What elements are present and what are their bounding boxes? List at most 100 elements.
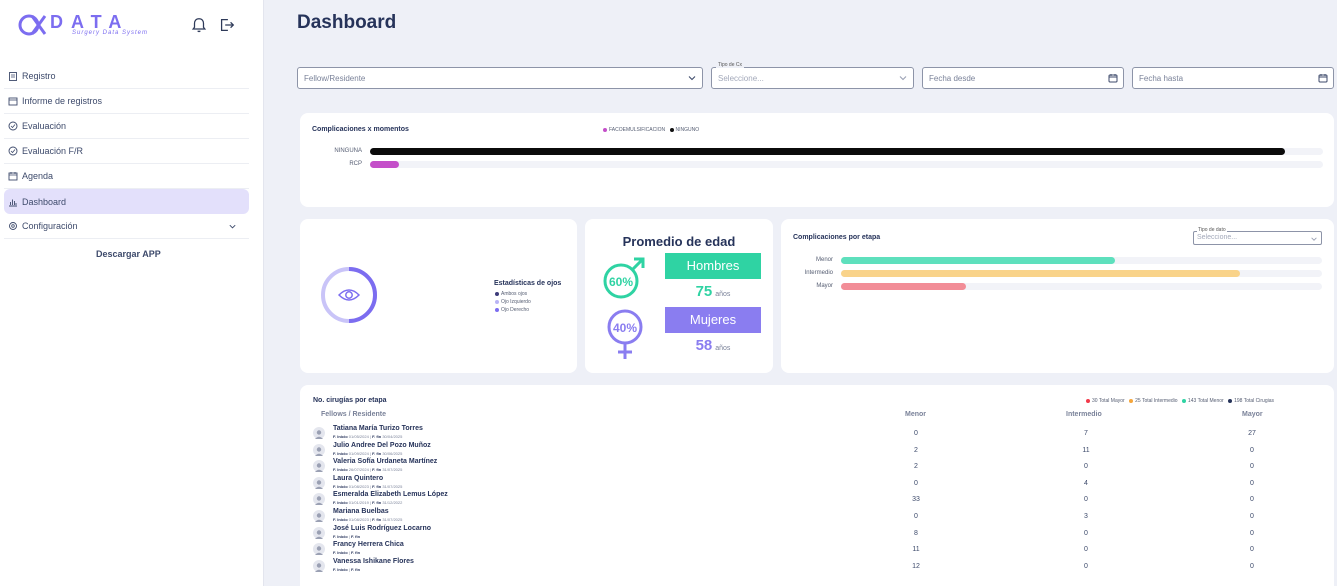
app-logo[interactable]: DATA Surgery Data System [18, 12, 148, 38]
sidebar-item-label: Dashboard [22, 196, 67, 207]
fecha-inicio: 01/08/2023 [348, 483, 369, 489]
mujeres-age-value: 58 [695, 337, 713, 354]
table-row[interactable]: Laura Quintero F. Inicio 01/08/2023 | F. … [313, 475, 1323, 491]
eye-icon [338, 289, 360, 301]
fellow-dates: F. Inicio 26/07/2024 | F. fin 31/07/2025 [333, 467, 403, 473]
mujeres-age: 58 años [665, 337, 761, 354]
table-row[interactable]: Tatiana María Turizo Torres F. Inicio 01/… [313, 425, 1323, 441]
cell-menor: 8 [914, 529, 918, 537]
table-row[interactable]: Esmeralda Elizabeth Lemus López F. Inicio… [313, 491, 1323, 507]
sidebar-item-agenda[interactable]: Agenda [4, 164, 249, 189]
fellow-name: Esmeralda Elizabeth Lemus López [333, 491, 448, 499]
cell-intermedio: 0 [1084, 546, 1088, 554]
bar-label-rcp: RCP [349, 161, 362, 167]
chart-legend: Ambos ojos Ojo Izquierdo Ojo Derecho [495, 290, 531, 314]
avatar [313, 526, 325, 539]
cell-menor: 33 [912, 496, 920, 504]
card-title: Complicaciones por etapa [793, 234, 881, 241]
bar-label-intermedio: Intermedio [804, 270, 833, 276]
avatar [313, 543, 325, 556]
fecha-inicio: 01/01/2019 [348, 500, 369, 506]
sidebar-item-evaluacion[interactable]: Evaluación [4, 114, 249, 139]
clipboard-icon [9, 72, 17, 81]
cell-menor: 12 [912, 562, 920, 570]
table-row[interactable]: Mariana Buelbas F. Inicio 01/08/2023 | F.… [313, 508, 1323, 524]
fellow-name: José Luis Rodríguez Locarno [333, 524, 432, 532]
legend-dot [495, 291, 499, 296]
fecha-fin: 30/06/2025 [382, 450, 403, 456]
fecha-hasta-input[interactable]: Fecha hasta [1132, 67, 1334, 89]
legend-label: 143 Total Menor [1187, 398, 1224, 404]
avatar [313, 559, 325, 572]
card-title: Promedio de edad [622, 234, 736, 249]
hombres-label: Hombres [665, 253, 761, 279]
bell-icon[interactable] [190, 16, 208, 34]
legend-label: 30 Total Mayor [1092, 398, 1125, 404]
cell-menor: 0 [914, 479, 918, 487]
tipo-dato-select[interactable]: Tipo de dato Seleccione... [1193, 227, 1322, 245]
avatar [313, 510, 325, 522]
tipo-cx-select[interactable]: Tipo de Cx Seleccione... [711, 62, 914, 89]
table-row[interactable]: Julio Andree Del Pozo Muñoz F. Inicio 01/… [313, 442, 1323, 458]
chevron-down-icon [1311, 237, 1317, 241]
calendar-icon [1318, 74, 1328, 83]
fecha-desde-input[interactable]: Fecha desde [922, 67, 1124, 89]
mujeres-percent: 40% [612, 321, 638, 335]
table-row[interactable]: Francy Herrera Chica F. Inicio | F. fin 1… [313, 541, 1323, 557]
user-avatar-icon [315, 446, 323, 456]
fellow-dates: F. Inicio | F. fin [333, 533, 361, 539]
cell-intermedio: 7 [1084, 430, 1088, 437]
fellow-name: Julio Andree Del Pozo Muñoz [333, 441, 431, 449]
hombres-age-value: 75 [695, 283, 713, 300]
column-header-menor: Menor [905, 411, 926, 418]
hombres-age: 75 años [665, 283, 761, 300]
cell-intermedio: 0 [1084, 463, 1088, 471]
column-header-intermedio: Intermedio [1066, 411, 1102, 418]
logout-icon[interactable] [218, 16, 236, 34]
fellow-dates: F. Inicio 01/08/2023 | F. fin 31/07/2025 [333, 517, 403, 522]
calendar-icon [8, 97, 18, 106]
cell-mayor: 27 [1248, 430, 1256, 437]
cell-mayor: 0 [1250, 562, 1254, 570]
fellow-dates: F. Inicio | F. fin [333, 566, 361, 572]
sidebar-item-configuracion[interactable]: Configuración [4, 214, 249, 239]
cell-intermedio: 0 [1084, 529, 1088, 537]
sidebar-item-informe[interactable]: Informe de registros [4, 89, 249, 114]
legend-dot [1129, 398, 1134, 403]
ojos-card: Estadísticas de ojos Ambos ojos Ojo Izqu… [300, 219, 577, 373]
cell-mayor: 0 [1250, 546, 1254, 554]
sidebar: DATA Surgery Data System Registro Inform… [0, 0, 264, 586]
legend-label: NINGUNO [675, 127, 700, 133]
table-row[interactable]: Vanessa Ishikane Flores F. Inicio | F. fi… [313, 558, 1323, 574]
fellow-select-value: Fellow/Residente [304, 74, 366, 83]
fecha-inicio: 01/05/2024 [348, 434, 369, 439]
tipo-cx-label: Tipo de Cx [716, 62, 744, 68]
fecha-hasta-placeholder: Fecha hasta [1139, 74, 1184, 83]
gear-icon [9, 222, 17, 230]
cell-menor: 11 [912, 546, 920, 554]
page-title: Dashboard [297, 12, 397, 33]
cell-intermedio: 4 [1084, 479, 1088, 487]
bar-menor [841, 257, 1116, 264]
user-avatar-icon [315, 430, 323, 439]
sidebar-item-registro[interactable]: Registro [4, 64, 249, 89]
download-app-link[interactable]: Descargar APP [96, 249, 161, 259]
legend-dot [495, 299, 499, 304]
sidebar-item-dashboard[interactable]: Dashboard [4, 189, 249, 214]
fecha-inicio: 01/08/2023 [348, 517, 369, 522]
fecha-desde-placeholder: Fecha desde [929, 74, 976, 83]
cell-menor: 2 [914, 463, 918, 471]
fecha-fin: 31/07/2025 [382, 483, 403, 489]
user-avatar-icon [315, 563, 323, 572]
table-row[interactable]: Valeria Sofía Urdaneta Martínez F. Inicio… [313, 458, 1323, 474]
table-row[interactable]: José Luis Rodríguez Locarno F. Inicio | F… [313, 525, 1323, 541]
fecha-fin: 31/07/2025 [382, 517, 403, 522]
sidebar-item-evaluacion-fr[interactable]: Evaluación F/R [4, 139, 249, 164]
cell-menor: 0 [914, 430, 918, 437]
age-unit: años [715, 345, 731, 352]
cell-mayor: 0 [1250, 479, 1254, 487]
fellow-select[interactable]: Fellow/Residente [297, 67, 703, 89]
legend-dot [1228, 398, 1233, 403]
mujeres-label: Mujeres [665, 307, 761, 333]
sidebar-item-label: Registro [22, 71, 56, 81]
